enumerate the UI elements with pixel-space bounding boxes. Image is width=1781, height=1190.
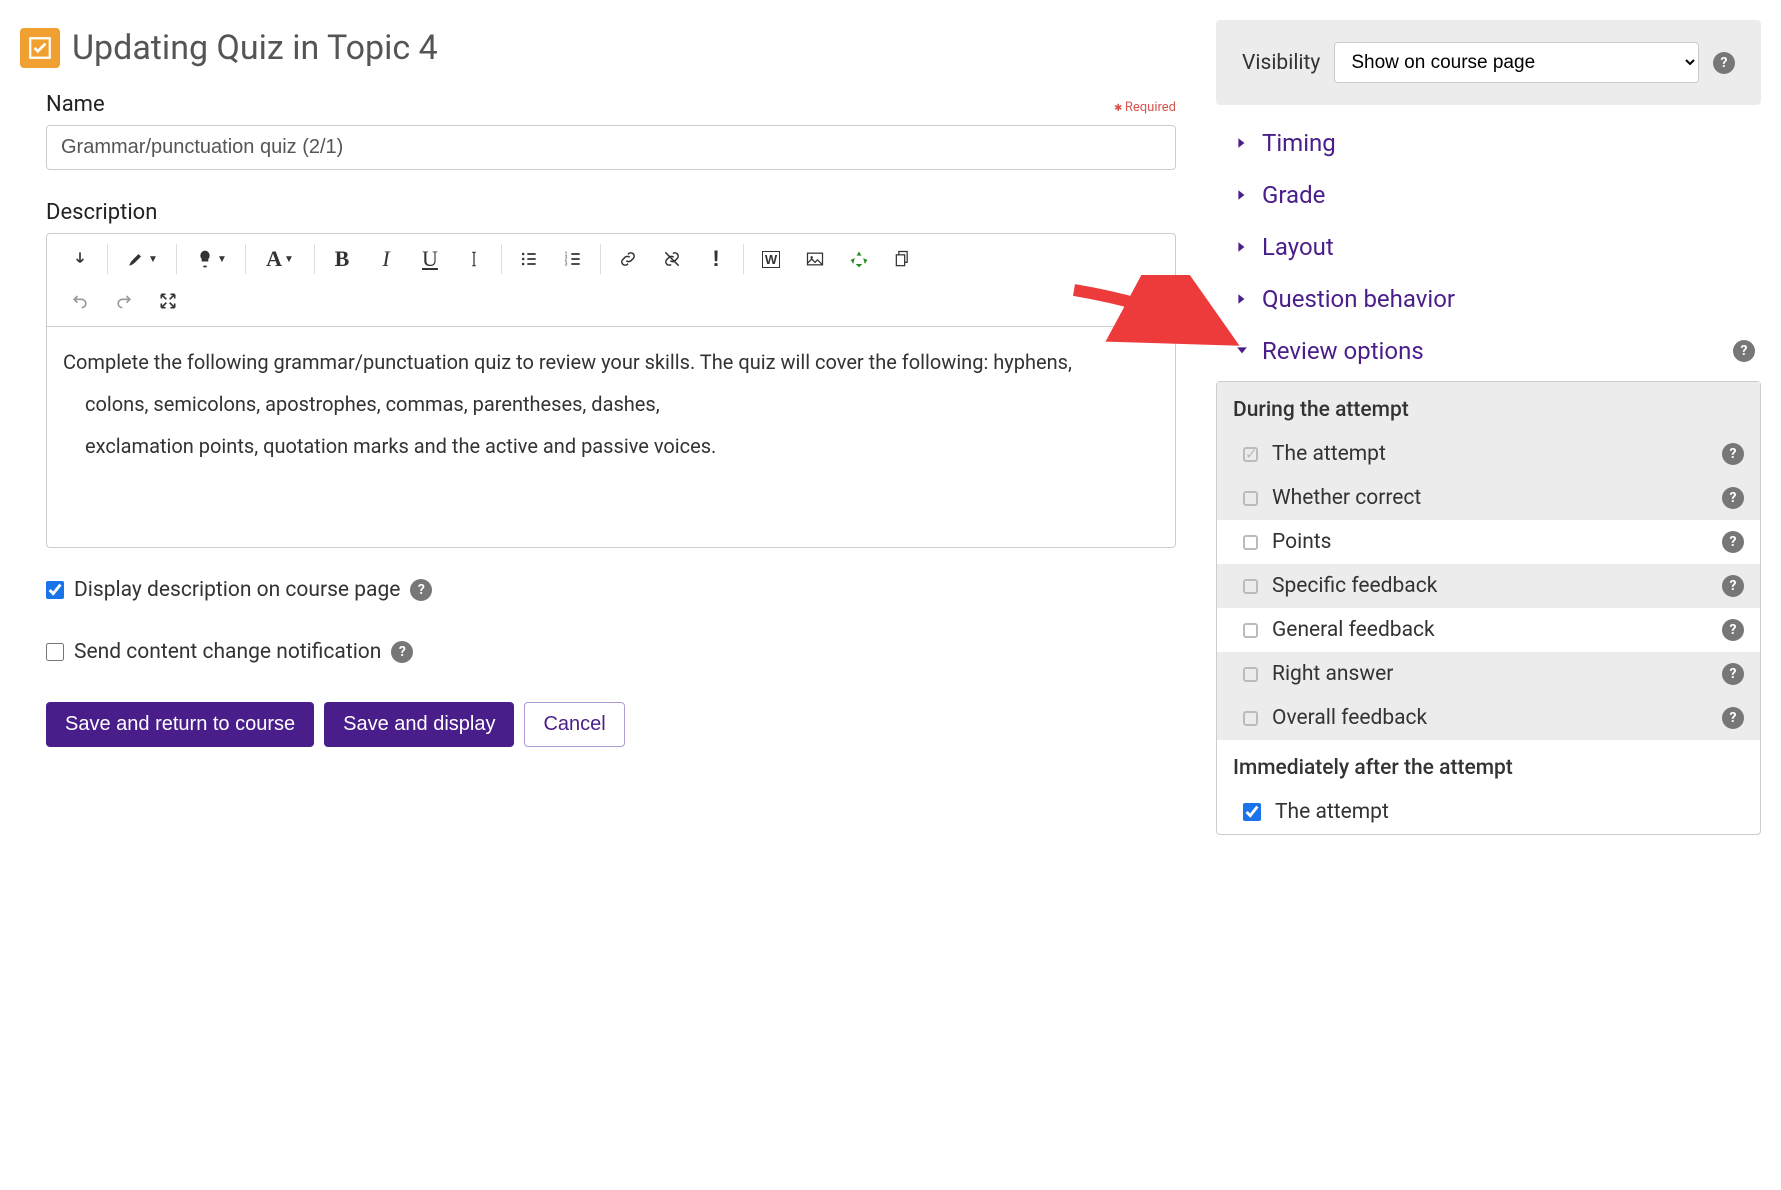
help-icon[interactable]: ? [1722, 531, 1744, 553]
editor-toolbar: ▼ ▼ A▼ B I U 1 [47, 234, 1175, 327]
toolbar-recycle-icon[interactable] [844, 244, 874, 274]
description-editor[interactable]: Complete the following grammar/punctuati… [47, 327, 1175, 547]
display-description-checkbox-row[interactable]: Display description on course page ? [20, 578, 1176, 602]
toolbar-redo-icon[interactable] [109, 286, 139, 316]
display-description-checkbox[interactable] [46, 581, 64, 599]
review-overall-feedback-checkbox [1243, 711, 1258, 726]
review-attempt-checkbox [1243, 447, 1258, 462]
review-specific-feedback-checkbox [1243, 579, 1258, 594]
toolbar-image-icon[interactable] [800, 244, 830, 274]
toolbar-bold-icon[interactable]: B [327, 244, 357, 274]
section-question-behavior[interactable]: Question behavior [1234, 285, 1761, 313]
review-right-answer-checkbox [1243, 667, 1258, 682]
required-badge: Required [1114, 100, 1176, 115]
help-icon[interactable]: ? [1722, 487, 1744, 509]
chevron-right-icon [1234, 135, 1250, 151]
help-icon[interactable]: ? [1733, 340, 1755, 362]
help-icon[interactable]: ? [1722, 663, 1744, 685]
toolbar-fullscreen-icon[interactable] [153, 286, 183, 316]
toolbar-italic-icon[interactable]: I [371, 244, 401, 274]
cancel-button[interactable]: Cancel [524, 702, 624, 747]
review-whether-correct-checkbox [1243, 491, 1258, 506]
toolbar-link-icon[interactable] [613, 244, 643, 274]
page-title: Updating Quiz in Topic 4 [72, 28, 438, 68]
review-immediately-title: Immediately after the attempt [1217, 740, 1760, 790]
toolbar-word-icon[interactable]: W [756, 244, 786, 274]
help-icon[interactable]: ? [1722, 707, 1744, 729]
toolbar-text-cursor-icon[interactable] [459, 244, 489, 274]
toolbar-undo-icon[interactable] [65, 286, 95, 316]
help-icon[interactable]: ? [1713, 52, 1735, 74]
help-icon[interactable]: ? [1722, 443, 1744, 465]
description-label: Description [46, 200, 157, 225]
display-description-label: Display description on course page [74, 578, 400, 602]
save-return-button[interactable]: Save and return to course [46, 702, 314, 747]
review-general-feedback-checkbox [1243, 623, 1258, 638]
help-icon[interactable]: ? [391, 641, 413, 663]
chevron-right-icon [1234, 187, 1250, 203]
chevron-right-icon [1234, 239, 1250, 255]
visibility-select[interactable]: Show on course page [1334, 42, 1699, 83]
name-label: Name [46, 92, 105, 117]
visibility-label: Visibility [1242, 51, 1320, 75]
toolbar-expand-icon[interactable] [65, 244, 95, 274]
review-immediately-attempt-checkbox[interactable] [1243, 803, 1261, 821]
help-icon[interactable]: ? [410, 579, 432, 601]
chevron-down-icon [1234, 343, 1250, 359]
description-text: Complete the following grammar/punctuati… [63, 347, 1159, 377]
chevron-right-icon [1234, 291, 1250, 307]
section-grade[interactable]: Grade [1234, 181, 1761, 209]
section-layout[interactable]: Layout [1234, 233, 1761, 261]
toolbar-unlink-icon[interactable] [657, 244, 687, 274]
toolbar-bullet-list-icon[interactable] [514, 244, 544, 274]
toolbar-warning-icon[interactable]: ! [701, 244, 731, 274]
toolbar-numbered-list-icon[interactable]: 123 [558, 244, 588, 274]
section-review-options[interactable]: Review options [1234, 337, 1424, 365]
description-text: exclamation points, quotation marks and … [63, 431, 1159, 461]
save-display-button[interactable]: Save and display [324, 702, 514, 747]
review-during-title: During the attempt [1217, 382, 1760, 432]
description-text: colons, semicolons, apostrophes, commas,… [63, 389, 1159, 419]
send-notification-checkbox-row[interactable]: Send content change notification ? [20, 640, 1176, 664]
name-input[interactable] [46, 125, 1176, 170]
help-icon[interactable]: ? [1722, 619, 1744, 641]
toolbar-brush-icon[interactable]: ▼ [120, 244, 164, 274]
help-icon[interactable]: ? [1722, 575, 1744, 597]
review-points-checkbox [1243, 535, 1258, 550]
toolbar-underline-icon[interactable]: U [415, 244, 445, 274]
svg-text:3: 3 [565, 262, 568, 268]
section-timing[interactable]: Timing [1234, 129, 1761, 157]
quiz-icon [20, 28, 60, 68]
toolbar-font-icon[interactable]: A▼ [258, 244, 302, 274]
send-notification-checkbox[interactable] [46, 643, 64, 661]
toolbar-copy-icon[interactable] [888, 244, 918, 274]
send-notification-label: Send content change notification [74, 640, 381, 664]
toolbar-lightbulb-icon[interactable]: ▼ [189, 244, 233, 274]
